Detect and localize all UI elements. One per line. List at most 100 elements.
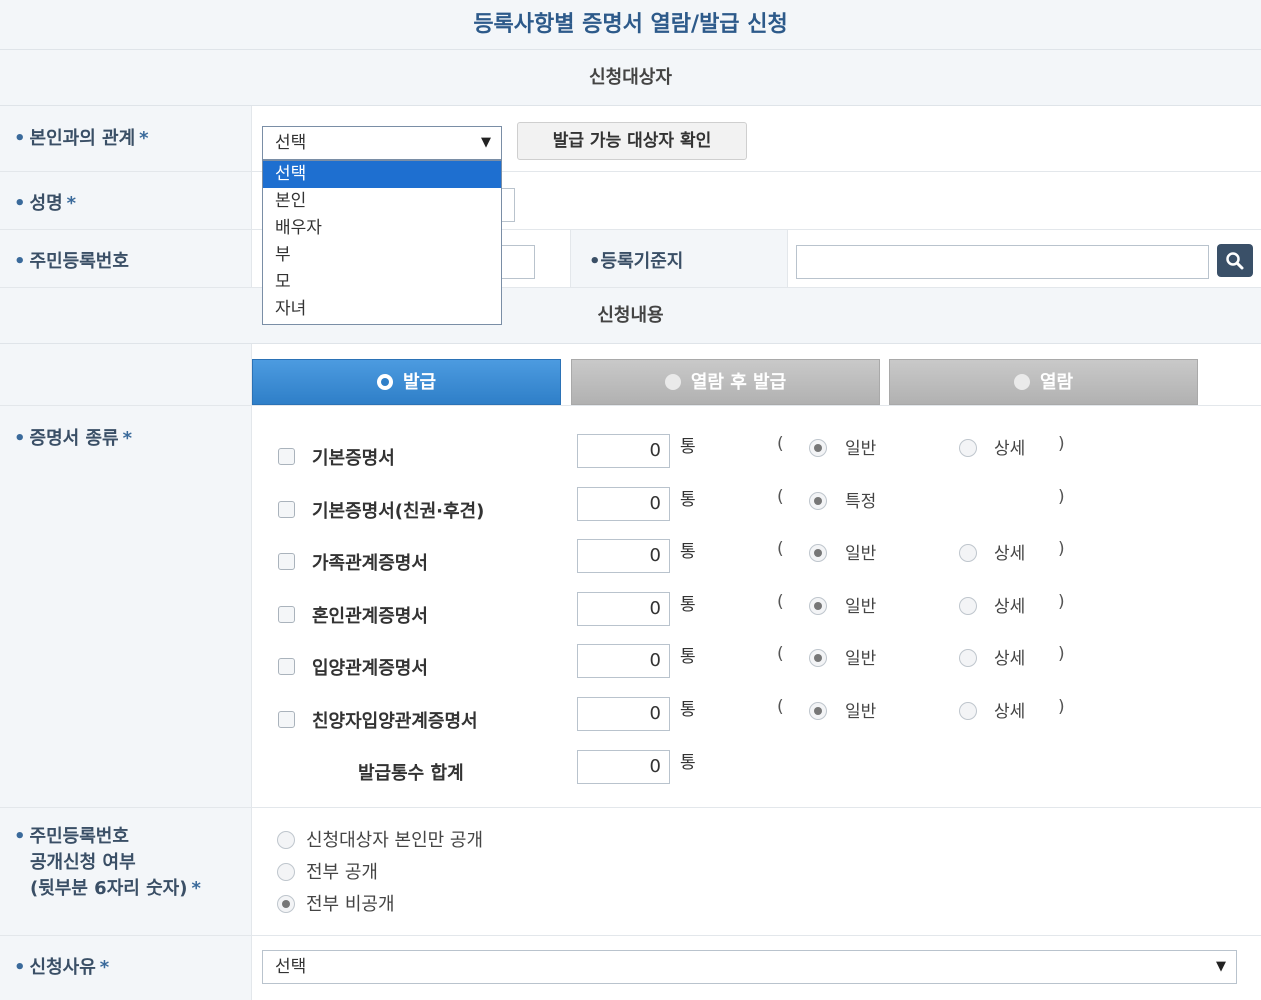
option-radio[interactable] [809, 702, 827, 720]
required-mark: * [122, 428, 133, 449]
total-label: 발급통수 합계 [358, 763, 464, 784]
bullet-icon: • [14, 193, 26, 214]
cert-name: 친양자입양관계증명서 [312, 711, 478, 732]
paren-open: ( [777, 434, 784, 454]
unit-label: 통 [680, 595, 696, 615]
dropdown-option[interactable]: 부 [263, 242, 501, 269]
bullet-icon: • [14, 957, 26, 978]
option-label: 일반 [845, 702, 877, 722]
tab-view-then-issue-label: 열람 후 발급 [690, 372, 787, 393]
option-radio[interactable] [959, 649, 977, 667]
option-label: 일반 [845, 544, 877, 564]
certificates-label: 증명서 종류 [29, 428, 119, 449]
cert-row-marriage: 혼인관계증명서 0 통 ( 일반 상세 ) [252, 588, 1261, 641]
disclosure-radio-none[interactable] [277, 895, 295, 913]
check-eligible-button[interactable]: 발급 가능 대상자 확인 [517, 122, 747, 160]
disclosure-radio-self[interactable] [277, 831, 295, 849]
option-radio[interactable] [809, 492, 827, 510]
search-button[interactable] [1217, 244, 1253, 277]
cert-name: 혼인관계증명서 [312, 606, 428, 627]
tab-issue[interactable]: 발급 [252, 359, 561, 405]
dropdown-option[interactable]: 자녀 [263, 296, 501, 323]
paren-open: ( [777, 487, 784, 507]
cert-name: 기본증명서 [312, 448, 395, 469]
chevron-down-icon: ▼ [481, 135, 491, 150]
required-mark: * [99, 957, 110, 978]
registration-base-input[interactable] [796, 245, 1209, 279]
cert-checkbox[interactable] [278, 658, 295, 675]
option-radio[interactable] [809, 649, 827, 667]
paren-close: ) [1058, 644, 1065, 664]
relation-label-cell: • 본인과의 관계 * [0, 106, 252, 171]
reason-select-value: 선택 [275, 957, 307, 977]
bullet-icon: • [14, 826, 26, 847]
qty-input[interactable]: 0 [577, 434, 670, 468]
paren-close: ) [1058, 697, 1065, 717]
section-applicant: 신청대상자 [0, 50, 1261, 106]
reason-label-cell: • 신청사유 * [0, 936, 252, 1000]
relation-label: 본인과의 관계 [29, 128, 136, 149]
tab-view[interactable]: 열람 [889, 359, 1198, 405]
dropdown-option[interactable]: 배우자 [263, 215, 501, 242]
cert-checkbox[interactable] [278, 501, 295, 518]
required-mark: * [66, 193, 77, 214]
cert-total-row: 발급통수 합계 0 통 [252, 746, 1261, 799]
radio-dot-icon [376, 374, 393, 390]
tab-issue-label: 발급 [402, 372, 437, 393]
cert-name: 입양관계증명서 [312, 658, 428, 679]
qty-input[interactable]: 0 [577, 487, 670, 521]
name-row: • 성명 * [0, 172, 1261, 230]
page-title: 등록사항별 증명서 열람/발급 신청 [0, 0, 1261, 50]
paren-close: ) [1058, 539, 1065, 559]
cert-checkbox[interactable] [278, 448, 295, 465]
unit-label: 통 [680, 647, 696, 667]
qty-input[interactable]: 0 [577, 539, 670, 573]
qty-input[interactable]: 0 [577, 697, 670, 731]
bullet-icon: • [14, 428, 26, 449]
total-qty: 0 [577, 750, 670, 784]
cert-row-full-adoption: 친양자입양관계증명서 0 통 ( 일반 상세 ) [252, 693, 1261, 746]
cert-checkbox[interactable] [278, 553, 295, 570]
option-radio[interactable] [959, 544, 977, 562]
paren-close: ) [1058, 592, 1065, 612]
bullet-icon: • [14, 251, 26, 272]
bullet-icon: • [14, 128, 26, 149]
relation-select-value: 선택 [275, 133, 307, 153]
unit-label: 통 [680, 753, 696, 773]
paren-open: ( [777, 697, 784, 717]
tab-view-label: 열람 [1039, 372, 1074, 393]
tab-view-then-issue[interactable]: 열람 후 발급 [571, 359, 880, 405]
paren-close: ) [1058, 434, 1065, 454]
option-label: 상세 [994, 702, 1026, 722]
required-mark: * [139, 128, 149, 149]
cert-checkbox[interactable] [278, 606, 295, 623]
cert-name: 가족관계증명서 [312, 553, 428, 574]
option-radio[interactable] [959, 702, 977, 720]
relation-select[interactable]: 선택 ▼ [262, 126, 502, 160]
option-radio[interactable] [809, 439, 827, 457]
cert-row-basic: 기본증명서 0 통 ( 일반 상세 ) [252, 430, 1261, 483]
qty-input[interactable]: 0 [577, 592, 670, 626]
unit-label: 통 [680, 437, 696, 457]
disclosure-option-all: 전부 공개 [306, 862, 378, 883]
option-label: 상세 [994, 597, 1026, 617]
paren-open: ( [777, 644, 784, 664]
required-mark: * [191, 878, 201, 899]
reason-select[interactable]: 선택 ▼ [262, 950, 1237, 984]
unit-label: 통 [680, 700, 696, 720]
option-radio[interactable] [809, 597, 827, 615]
qty-input[interactable]: 0 [577, 644, 670, 678]
option-radio[interactable] [959, 597, 977, 615]
cert-checkbox[interactable] [278, 711, 295, 728]
cert-row-adoption: 입양관계증명서 0 통 ( 일반 상세 ) [252, 640, 1261, 693]
option-radio[interactable] [809, 544, 827, 562]
disclosure-label-3: (뒷부분 6자리 숫자) [30, 878, 188, 899]
dropdown-option[interactable]: 선택 [263, 161, 501, 188]
option-label: 상세 [994, 649, 1026, 669]
radio-dot-icon [1013, 374, 1030, 390]
option-radio[interactable] [959, 439, 977, 457]
dropdown-option[interactable]: 본인 [263, 188, 501, 215]
paren-open: ( [777, 539, 784, 559]
disclosure-radio-all[interactable] [277, 863, 295, 881]
dropdown-option[interactable]: 모 [263, 269, 501, 296]
